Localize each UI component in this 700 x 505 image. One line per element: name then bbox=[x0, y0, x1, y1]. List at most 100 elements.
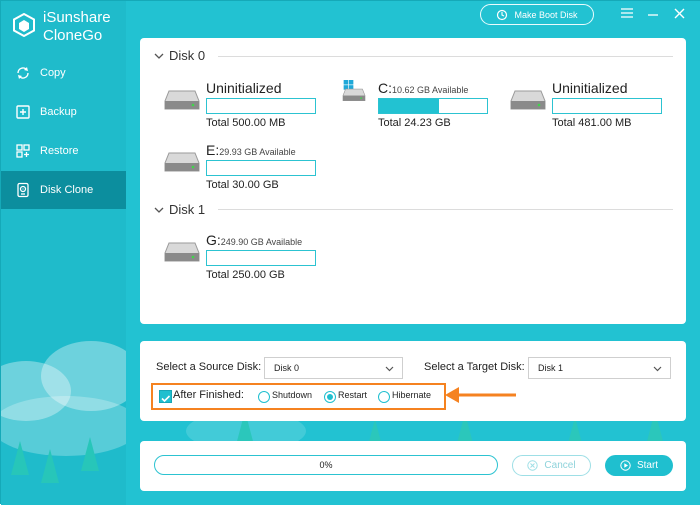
sidebar-item-copy[interactable]: Copy bbox=[1, 54, 126, 92]
after-finished-group: After Finished: Shutdown Restart Hiberna… bbox=[151, 383, 446, 410]
source-disk-select[interactable]: Disk 0 bbox=[264, 357, 403, 379]
disk-clone-icon bbox=[17, 182, 29, 198]
tree-decoration bbox=[81, 437, 99, 471]
target-disk-value: Disk 1 bbox=[538, 363, 564, 373]
hamburger-menu-icon[interactable] bbox=[620, 6, 634, 20]
target-disk-label: Select a Target Disk: bbox=[424, 361, 525, 373]
partition-total: Total 30.00 GB bbox=[206, 179, 279, 191]
cancel-icon bbox=[527, 460, 539, 471]
partition-available: 10.62 GB Available bbox=[392, 85, 469, 95]
clone-options-panel: Select a Source Disk: Disk 0 Select a Ta… bbox=[140, 341, 686, 421]
partition-disk0-e[interactable]: E:29.93 GB Available Total 30.00 GB bbox=[164, 142, 354, 192]
source-disk-label: Select a Source Disk: bbox=[156, 361, 262, 373]
sidebar: iSunshare CloneGo Copy Backup Restore Di… bbox=[1, 1, 126, 505]
app-name: iSunshare CloneGo bbox=[43, 9, 111, 45]
sidebar-item-restore[interactable]: Restore bbox=[1, 132, 126, 170]
sidebar-item-label: Backup bbox=[40, 106, 77, 118]
windows-drive-icon bbox=[342, 80, 366, 102]
partition-letter: Uninitialized bbox=[206, 80, 282, 96]
disk-1-header[interactable]: Disk 1 bbox=[154, 202, 205, 217]
chevron-down-icon bbox=[154, 53, 164, 59]
cancel-button[interactable]: Cancel bbox=[512, 455, 591, 476]
radio-hibernate-label: Hibernate bbox=[392, 390, 432, 400]
title-bar: Make Boot Disk bbox=[126, 1, 700, 31]
partition-letter: G: bbox=[206, 232, 221, 248]
divider bbox=[218, 209, 673, 210]
copy-icon bbox=[17, 67, 29, 79]
radio-shutdown-label: Shutdown bbox=[272, 390, 313, 400]
partition-total: Total 250.00 GB bbox=[206, 269, 285, 281]
source-disk-value: Disk 0 bbox=[274, 363, 300, 373]
sidebar-item-disk-clone[interactable]: Disk Clone bbox=[1, 171, 126, 209]
partition-name: Uninitialized bbox=[206, 80, 281, 96]
partition-total: Total 24.23 GB bbox=[378, 117, 451, 129]
disk-label: Disk 0 bbox=[169, 48, 206, 63]
divider bbox=[218, 56, 673, 57]
main-area: Make Boot Disk Disk 0 Uninitialized Tota… bbox=[126, 1, 700, 505]
partition-name: Uninitialized bbox=[552, 80, 627, 96]
radio-restart-label: Restart bbox=[338, 390, 368, 400]
make-boot-disk-button[interactable]: Make Boot Disk bbox=[480, 4, 594, 25]
after-finished-label: After Finished: bbox=[173, 389, 244, 401]
usage-bar bbox=[206, 250, 316, 266]
target-disk-select[interactable]: Disk 1 bbox=[528, 357, 671, 379]
refresh-icon bbox=[497, 9, 508, 20]
arrow-annotation-icon bbox=[445, 387, 516, 403]
drive-icon bbox=[164, 90, 200, 110]
radio-restart[interactable] bbox=[324, 391, 336, 403]
usage-fill bbox=[379, 99, 440, 113]
drive-icon bbox=[164, 152, 200, 172]
make-boot-disk-label: Make Boot Disk bbox=[514, 9, 578, 20]
play-icon bbox=[620, 460, 631, 471]
close-icon[interactable] bbox=[672, 6, 686, 20]
partition-disk0-1[interactable]: Uninitialized Total 500.00 MB bbox=[164, 80, 334, 130]
cancel-label: Cancel bbox=[544, 460, 576, 471]
minimize-icon[interactable] bbox=[646, 6, 660, 20]
partition-total: Total 500.00 MB bbox=[206, 117, 286, 129]
disk-label: Disk 1 bbox=[169, 202, 206, 217]
radio-hibernate[interactable] bbox=[378, 391, 390, 403]
usage-bar bbox=[206, 98, 316, 114]
partition-letter: Uninitialized bbox=[552, 80, 628, 96]
progress-panel: 0% Cancel Start bbox=[140, 441, 686, 491]
app-window: iSunshare CloneGo Copy Backup Restore Di… bbox=[0, 0, 700, 505]
partition-available: 29.93 GB Available bbox=[219, 147, 296, 157]
restore-icon bbox=[16, 144, 30, 158]
partition-letter: C: bbox=[378, 80, 392, 96]
app-name-line1: iSunshare bbox=[43, 9, 111, 26]
tree-decoration bbox=[11, 441, 29, 475]
sidebar-item-backup[interactable]: Backup bbox=[1, 93, 126, 131]
partition-name: G:249.90 GB Available bbox=[206, 232, 302, 248]
usage-bar bbox=[552, 98, 662, 114]
after-finished-checkbox[interactable] bbox=[159, 390, 172, 403]
start-button[interactable]: Start bbox=[605, 455, 673, 476]
partition-name: E:29.93 GB Available bbox=[206, 142, 296, 158]
partition-total: Total 481.00 MB bbox=[552, 117, 632, 129]
start-label: Start bbox=[636, 460, 659, 471]
partition-letter: E: bbox=[206, 142, 220, 158]
partition-disk0-3[interactable]: Uninitialized Total 481.00 MB bbox=[510, 80, 680, 130]
usage-bar bbox=[206, 160, 316, 176]
sidebar-item-label: Copy bbox=[40, 67, 66, 79]
app-logo: iSunshare CloneGo bbox=[13, 9, 111, 45]
chevron-down-icon bbox=[385, 366, 394, 372]
disk-0-header[interactable]: Disk 0 bbox=[154, 48, 205, 63]
chevron-down-icon bbox=[154, 207, 164, 213]
tree-decoration bbox=[41, 449, 59, 483]
partition-disk0-c[interactable]: C:10.62 GB Available Total 24.23 GB bbox=[336, 80, 511, 130]
drive-icon bbox=[510, 90, 546, 110]
radio-shutdown[interactable] bbox=[258, 391, 270, 403]
progress-text: 0% bbox=[319, 460, 333, 470]
sidebar-item-label: Disk Clone bbox=[40, 184, 94, 196]
partition-disk1-g[interactable]: G:249.90 GB Available Total 250.00 GB bbox=[164, 232, 354, 282]
partition-name: C:10.62 GB Available bbox=[378, 80, 468, 96]
chevron-down-icon bbox=[653, 366, 662, 372]
clone-progress-bar: 0% bbox=[154, 455, 498, 475]
disk-list-panel: Disk 0 Uninitialized Total 500.00 MB C:1… bbox=[140, 38, 686, 324]
logo-icon bbox=[13, 13, 35, 37]
partition-available: 249.90 GB Available bbox=[220, 237, 303, 247]
app-name-line2: CloneGo bbox=[43, 27, 103, 44]
drive-icon bbox=[164, 242, 200, 262]
checkmark-icon bbox=[161, 395, 171, 403]
sidebar-item-label: Restore bbox=[40, 145, 79, 157]
